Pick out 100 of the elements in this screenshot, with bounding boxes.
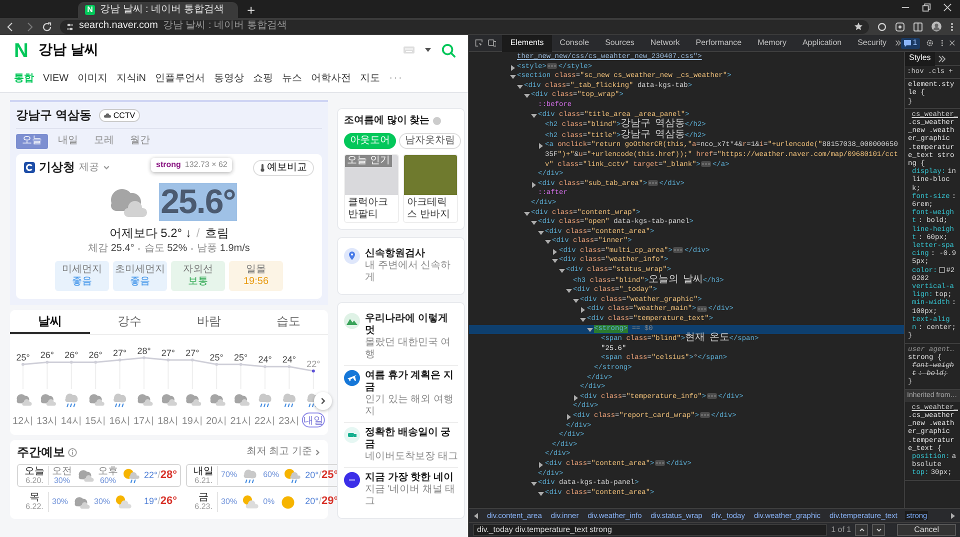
color-swatch[interactable] (939, 266, 946, 273)
browser-tab[interactable]: N 강남 날씨 : 네이버 통합검색 (78, 2, 238, 18)
search-tab[interactable]: 뉴스 (282, 72, 302, 86)
match-count: 1 of 1 (831, 525, 852, 535)
data-point (94, 360, 98, 364)
hour-label: 19시 (182, 416, 203, 426)
search-field[interactable]: 강남 날씨 (38, 41, 456, 60)
new-tab-button[interactable]: + (244, 2, 258, 18)
expand-arrow-icon[interactable] (565, 412, 573, 422)
forecast-tab[interactable]: 강수 (90, 310, 169, 334)
forecast-tab[interactable]: 날씨 (10, 310, 90, 334)
info-icon[interactable] (68, 448, 77, 456)
photo-placeholder (404, 155, 457, 195)
devtools-tab[interactable]: Console (552, 34, 598, 52)
expand-arrow-icon[interactable] (537, 141, 545, 151)
search-tab[interactable]: 이미지 (78, 72, 108, 86)
cancel-button[interactable]: Cancel (897, 524, 956, 536)
link-title[interactable]: 정확한 배송일이 궁금 (365, 427, 458, 451)
link-description: 네이버도착보장 태그 (365, 451, 458, 463)
location-title: 강남구 역삼동 (16, 108, 92, 123)
link-title[interactable]: 우리나라에 이렇게 멋 (365, 313, 458, 337)
devtools-tab[interactable]: Elements (502, 34, 552, 52)
expand-arrow-icon[interactable] (572, 392, 580, 402)
category-chip[interactable]: 남자옷차림 (399, 132, 461, 149)
close-icon[interactable] (943, 2, 952, 12)
device-toolbar-icon[interactable] (488, 38, 496, 48)
product-card[interactable]: 아크테릭스 반바지 (403, 154, 458, 223)
value-label: 26° (88, 350, 102, 360)
forecast-tab[interactable]: 바람 (169, 310, 248, 334)
expand-arrow-icon[interactable] (579, 305, 587, 316)
cloud-icon (162, 394, 177, 406)
data-point (46, 360, 49, 364)
extension-icon[interactable] (877, 22, 887, 32)
search-tab[interactable]: 지식iN (116, 72, 146, 86)
settings-icon[interactable] (926, 38, 934, 48)
forecast-tab[interactable]: 습도 (248, 310, 328, 334)
next-button[interactable] (314, 392, 332, 410)
more-tabs-icon[interactable] (894, 39, 901, 47)
more-tabs-icon[interactable] (938, 54, 946, 62)
styles-tab[interactable]: Styles (905, 52, 935, 66)
issues-button[interactable]: 1 (900, 38, 920, 48)
search-tab[interactable]: 지도 (360, 72, 380, 86)
reload-icon[interactable] (42, 22, 52, 32)
precipitation-chance: 30% (221, 498, 238, 507)
search-input[interactable]: 강남 날씨 (38, 41, 218, 59)
product-card[interactable]: 오늘 인기 클럭아크반팔티 (344, 154, 399, 223)
menu-icon[interactable] (950, 22, 954, 32)
search-field[interactable]: div._today div.temperature_text strong (473, 524, 828, 536)
sidebar-icon[interactable] (913, 22, 923, 32)
devtools-tab[interactable]: Application (794, 34, 850, 52)
devtools-tab[interactable]: Network (642, 34, 688, 52)
devtools-tab[interactable]: Sources (597, 34, 642, 52)
ellipsis-icon[interactable] (673, 247, 684, 254)
site-info-icon[interactable] (66, 22, 74, 30)
expand-arrow-icon[interactable] (509, 62, 517, 72)
ellipsis-icon[interactable] (648, 180, 658, 186)
previous-match-button[interactable] (855, 524, 868, 536)
profile-icon[interactable] (931, 21, 942, 32)
expand-arrow-icon[interactable] (530, 180, 538, 190)
next-match-button[interactable] (872, 524, 886, 536)
scroll-right-icon[interactable] (950, 512, 955, 518)
link-title[interactable]: 여름 휴가 계획은 지금 (365, 370, 458, 394)
search-tab[interactable]: VIEW (43, 72, 69, 86)
value-label: 26° (40, 350, 54, 360)
low-temperature: 20° (305, 496, 319, 506)
kebab-menu-icon[interactable] (940, 38, 943, 48)
close-icon[interactable] (949, 39, 956, 47)
screenshot-icon[interactable] (895, 22, 905, 32)
devtools-tab[interactable]: Performance (688, 34, 750, 52)
restore-icon[interactable] (922, 2, 931, 12)
caret-icon[interactable] (425, 48, 431, 52)
ellipsis-icon[interactable] (707, 392, 718, 399)
expand-arrow-icon[interactable] (551, 246, 559, 256)
compare-button[interactable]: 예보비교 (253, 160, 314, 176)
sort-basis-link[interactable]: 최저 최고 기준 (246, 446, 321, 458)
search-tab[interactable]: 쇼핑 (253, 72, 274, 86)
chevron-down-icon (103, 164, 110, 172)
bookmark-star-icon[interactable] (854, 22, 863, 31)
chevron-down-icon (876, 527, 882, 533)
hour-label: 15시 (85, 416, 106, 426)
cctv-button[interactable]: CCTV (99, 109, 140, 122)
expand-arrow-icon[interactable] (537, 460, 545, 470)
search-tab[interactable]: 동영상 (214, 72, 244, 86)
scroll-left-icon[interactable] (474, 512, 479, 518)
ellipsis-icon[interactable] (655, 460, 666, 466)
sun-cloud-icon (113, 494, 134, 511)
ellipsis-icon[interactable] (547, 62, 558, 69)
ellipsis-icon[interactable] (701, 160, 712, 167)
link-title[interactable]: 지금 가장 핫한 네이 (365, 472, 458, 484)
inspect-icon[interactable] (475, 38, 483, 48)
address-bar[interactable]: search.naver.com 강남 날씨 : 네이버 통합검색 (60, 20, 869, 34)
devtools-tab[interactable]: Security (850, 34, 894, 52)
day-date: 6.22. (24, 503, 44, 512)
ellipsis-icon[interactable] (697, 306, 708, 312)
search-tab[interactable]: 어학사전 (311, 72, 352, 86)
ellipsis-icon[interactable] (700, 412, 710, 418)
search-tab[interactable]: 인플루언서 (155, 72, 206, 86)
devtools-tab[interactable]: Memory (750, 34, 794, 52)
promo-card[interactable]: 신속항원검사 내 주변에서 신속하게 (337, 237, 465, 295)
search-input[interactable]: div._today div.temperature_text strong (477, 525, 824, 535)
